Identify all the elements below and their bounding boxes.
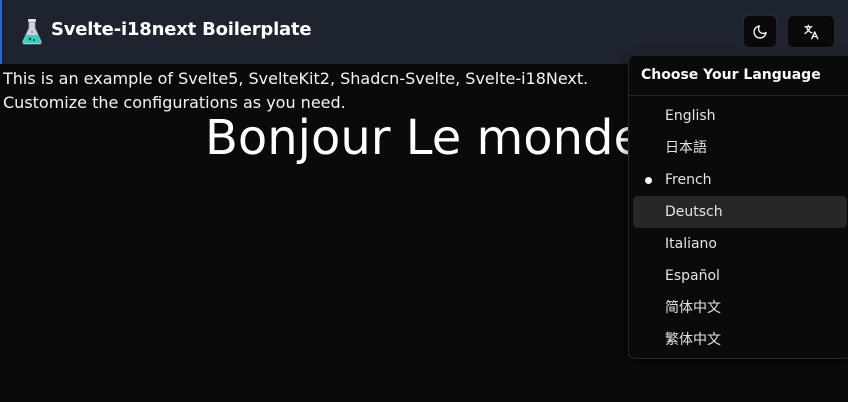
language-option-label: Italiano: [665, 236, 717, 252]
dropdown-separator: [629, 95, 848, 96]
language-option[interactable]: 日本語: [633, 132, 847, 164]
flask-icon: [22, 19, 42, 45]
window-edge-accent: [0, 0, 2, 64]
language-option-label: Español: [665, 268, 720, 284]
language-menu-button[interactable]: [787, 15, 835, 48]
moon-icon: [753, 24, 767, 39]
app-title: Svelte-i18next Boilerplate: [51, 19, 312, 40]
language-option-label: 繁体中文: [665, 332, 721, 348]
language-option[interactable]: English: [633, 100, 847, 132]
language-option[interactable]: Español: [633, 260, 847, 292]
language-option-label: Deutsch: [665, 204, 723, 220]
intro-line: This is an example of Svelte5, SvelteKit…: [3, 69, 589, 88]
language-option-label: French: [665, 172, 712, 188]
language-option-label: 简体中文: [665, 300, 721, 316]
language-dropdown-menu: Choose Your Language English 日本語 French …: [628, 55, 848, 359]
language-option[interactable]: Italiano: [633, 228, 847, 260]
language-option-label: 日本語: [665, 140, 707, 156]
selected-dot-icon: [645, 177, 652, 184]
language-option[interactable]: 繁体中文: [633, 324, 847, 356]
intro-text: This is an example of Svelte5, SvelteKit…: [3, 67, 588, 115]
theme-toggle-button[interactable]: [743, 15, 777, 48]
language-option[interactable]: French: [633, 164, 847, 196]
language-option[interactable]: Deutsch: [633, 196, 847, 228]
language-option-label: English: [665, 108, 716, 124]
dropdown-label: Choose Your Language: [641, 67, 821, 83]
language-option[interactable]: 简体中文: [633, 292, 847, 324]
translate-icon: [804, 24, 819, 39]
language-list: English 日本語 French Deutsch Italiano Espa…: [633, 100, 847, 356]
